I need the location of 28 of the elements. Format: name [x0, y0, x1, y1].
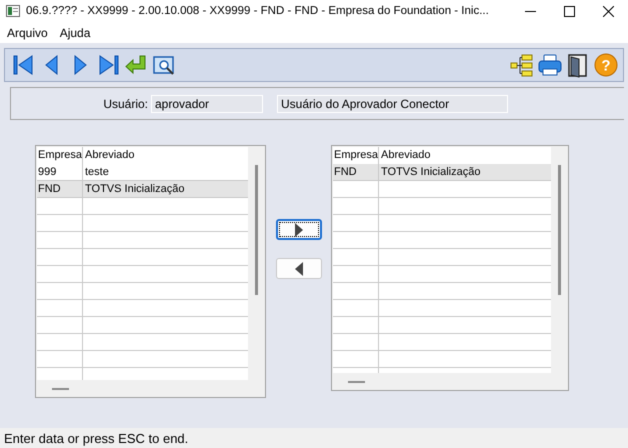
- tree-icon[interactable]: [509, 52, 535, 78]
- add-button[interactable]: [276, 219, 322, 240]
- close-icon[interactable]: [603, 6, 614, 16]
- table-cell-text: TOTVS Inicialização: [380, 165, 480, 180]
- column-header: Abreviado: [380, 148, 431, 163]
- column-header: Empresa: [333, 148, 378, 163]
- maximize-icon[interactable]: [564, 6, 575, 16]
- status-text: Enter data or press ESC to end.: [4, 430, 188, 446]
- user-label: Usuário:: [102, 96, 149, 110]
- window-title: 06.9.???? - XX9999 - 2.00.10.008 - XX9999 - FND - FND - Empresa do Foundation - Inic...: [26, 5, 490, 17]
- app-icon: [6, 5, 20, 17]
- right-triangle-icon: [295, 222, 303, 236]
- table-cell-text: teste: [84, 165, 109, 180]
- user-field[interactable]: aprovador: [151, 94, 263, 112]
- table-row[interactable]: FND TOTVS Inicialização: [37, 181, 248, 198]
- user-description-field: Usuário do Aprovador Conector: [277, 94, 508, 112]
- column-header: Empresa: [37, 148, 82, 163]
- table-cell-text: TOTVS Inicialização: [84, 182, 184, 197]
- printer-icon[interactable]: [537, 52, 563, 78]
- table-cell-text: FND: [333, 165, 357, 180]
- table-row[interactable]: FND TOTVS Inicialização: [333, 164, 551, 181]
- remove-button[interactable]: [276, 258, 322, 279]
- left-triangle-icon: [295, 262, 303, 276]
- table-cell-text: FND: [37, 182, 61, 197]
- column-header: Abreviado: [84, 148, 135, 163]
- menu-item[interactable]: Arquivo: [1, 26, 54, 40]
- menu-item[interactable]: Ajuda: [54, 26, 96, 40]
- table-cell-text: 999: [37, 165, 56, 180]
